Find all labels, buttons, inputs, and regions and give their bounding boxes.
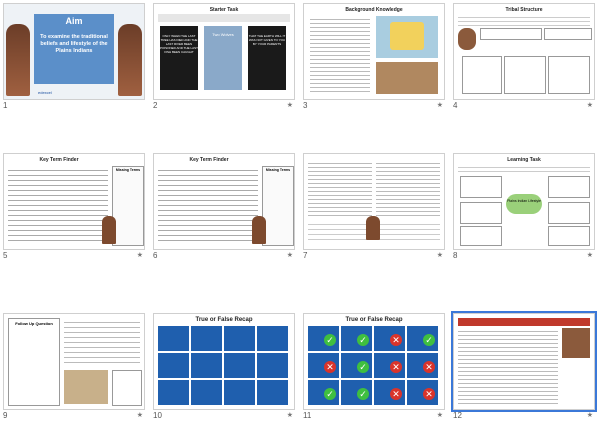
slide-title: Learning Task bbox=[507, 157, 541, 163]
check-icon: ✓ bbox=[357, 388, 369, 400]
plains-indian-figure-left bbox=[6, 24, 30, 96]
slide-number: 7 bbox=[303, 251, 308, 260]
question-list bbox=[64, 318, 140, 366]
plains-indian-figure-right bbox=[118, 24, 142, 96]
chief-image bbox=[366, 216, 380, 240]
statement-grid bbox=[158, 326, 290, 406]
slide-number: 3 bbox=[303, 101, 308, 110]
check-icon: ✓ bbox=[324, 388, 336, 400]
cross-icon: ✕ bbox=[324, 361, 336, 373]
tipi-image bbox=[64, 370, 108, 404]
statement-card bbox=[191, 326, 222, 351]
chief-image bbox=[458, 28, 476, 50]
cross-icon: ✕ bbox=[390, 334, 402, 346]
quote-panel-3: THAT THE EARTH WILL IT WAS NOT GIVEN TO … bbox=[248, 26, 286, 90]
slide-thumbnail-10[interactable]: True or False Recap 10 ★ bbox=[150, 310, 297, 424]
cross-icon: ✕ bbox=[423, 361, 435, 373]
slide-thumbnail-5[interactable]: Key Term Finder Missing Terms 5 ★ bbox=[0, 150, 147, 264]
statement-card bbox=[224, 353, 255, 378]
word-list bbox=[376, 220, 440, 244]
word-list bbox=[308, 220, 372, 244]
check-icon: ✓ bbox=[357, 361, 369, 373]
map-image bbox=[376, 16, 438, 58]
slide-title: Aim bbox=[65, 16, 83, 26]
slide-title: Tribal Structure bbox=[505, 7, 543, 13]
passage-text bbox=[158, 166, 258, 244]
slide-subtitle: To examine the traditional beliefs and l… bbox=[40, 34, 108, 54]
cross-icon: ✕ bbox=[390, 388, 402, 400]
star-icon: ★ bbox=[136, 412, 143, 419]
statement-card bbox=[257, 353, 288, 378]
cross-icon: ✕ bbox=[390, 361, 402, 373]
footer-logo: edexcel bbox=[38, 90, 52, 95]
check-icon: ✓ bbox=[324, 334, 336, 346]
slide-number: 8 bbox=[453, 251, 458, 260]
cross-icon: ✕ bbox=[423, 388, 435, 400]
slide-title: Starter Task bbox=[209, 7, 239, 13]
statement-card bbox=[158, 353, 189, 378]
statement-card bbox=[191, 380, 222, 405]
statement-card bbox=[191, 353, 222, 378]
slide-thumbnail-8[interactable]: Learning Task Plains Indian Lifestyle 8 ★ bbox=[450, 150, 597, 264]
missing-terms-box: Missing Terms bbox=[262, 166, 294, 246]
slide-thumbnail-4[interactable]: Tribal Structure 4 ★ bbox=[450, 0, 597, 114]
slide-title: Key Term Finder bbox=[189, 157, 229, 163]
follow-up-card: Follow Up Question bbox=[8, 318, 60, 406]
check-icon: ✓ bbox=[423, 334, 435, 346]
slide-number: 1 bbox=[3, 101, 8, 110]
star-icon: ★ bbox=[436, 252, 443, 259]
slide-number: 5 bbox=[3, 251, 8, 260]
slide-thumbnail-7[interactable]: 7 ★ bbox=[300, 150, 447, 264]
slide-title: True or False Recap bbox=[195, 317, 253, 323]
statement-card bbox=[158, 326, 189, 351]
header-bar bbox=[458, 318, 590, 326]
slide-number: 12 bbox=[453, 411, 462, 420]
star-icon: ★ bbox=[436, 412, 443, 419]
slide-title: Key Term Finder bbox=[39, 157, 79, 163]
slide-thumbnail-11[interactable]: True or False Recap ✓ ✓ ✕ ✓ ✕ ✓ ✕ ✕ ✓ ✓ ✕ ✕ 11 ★ bbox=[300, 310, 447, 424]
slide-number: 4 bbox=[453, 101, 458, 110]
painting-image bbox=[376, 62, 438, 94]
star-icon: ★ bbox=[436, 102, 443, 109]
slide-thumbnail-12[interactable]: 12 ★ bbox=[450, 310, 597, 424]
statement-grid-answers: ✓ ✓ ✕ ✓ ✕ ✓ ✕ ✕ ✓ ✓ ✕ ✕ bbox=[308, 326, 440, 406]
chief-image bbox=[252, 216, 266, 244]
statement-card bbox=[224, 380, 255, 405]
quote-panel-1: ONLY WHEN THE LAST TREE HAS DIED AND THE… bbox=[160, 26, 198, 90]
slide-thumbnail-3[interactable]: Background Knowledge 3 ★ bbox=[300, 0, 447, 114]
side-image bbox=[562, 328, 590, 358]
star-icon: ★ bbox=[286, 252, 293, 259]
statement-card bbox=[257, 380, 288, 405]
text-block bbox=[310, 16, 370, 94]
star-icon: ★ bbox=[136, 252, 143, 259]
slide-title: Background Knowledge bbox=[345, 7, 403, 13]
worksheet-column-left bbox=[308, 160, 372, 216]
slide-thumbnail-1[interactable]: Aim To examine the traditional beliefs a… bbox=[0, 0, 147, 114]
slide-thumbnail-2[interactable]: Starter Task ONLY WHEN THE LAST TREE HAS… bbox=[150, 0, 297, 114]
slide-thumbnail-9[interactable]: Follow Up Question 9 ★ bbox=[0, 310, 147, 424]
star-icon: ★ bbox=[586, 102, 593, 109]
quote-panel-2: Two Wolves bbox=[204, 26, 242, 90]
slide-number: 9 bbox=[3, 411, 8, 420]
slide-title: True or False Recap bbox=[345, 317, 403, 323]
statement-card bbox=[257, 326, 288, 351]
slide-thumbnail-6[interactable]: Key Term Finder Missing Terms 6 ★ bbox=[150, 150, 297, 264]
star-icon: ★ bbox=[586, 412, 593, 419]
worksheet-column-right bbox=[376, 160, 440, 216]
statement-card bbox=[158, 380, 189, 405]
slide-number: 6 bbox=[153, 251, 158, 260]
passage-text bbox=[8, 166, 108, 244]
statement-card bbox=[224, 326, 255, 351]
slide-number: 11 bbox=[303, 411, 312, 420]
article-text bbox=[458, 328, 558, 406]
slide-number: 10 bbox=[153, 411, 162, 420]
missing-terms-box: Missing Terms bbox=[112, 166, 144, 246]
slide-number: 2 bbox=[153, 101, 158, 110]
star-icon: ★ bbox=[586, 252, 593, 259]
star-icon: ★ bbox=[286, 412, 293, 419]
star-icon: ★ bbox=[286, 102, 293, 109]
check-icon: ✓ bbox=[357, 334, 369, 346]
center-bubble: Plains Indian Lifestyle bbox=[506, 194, 542, 214]
chief-image bbox=[102, 216, 116, 244]
